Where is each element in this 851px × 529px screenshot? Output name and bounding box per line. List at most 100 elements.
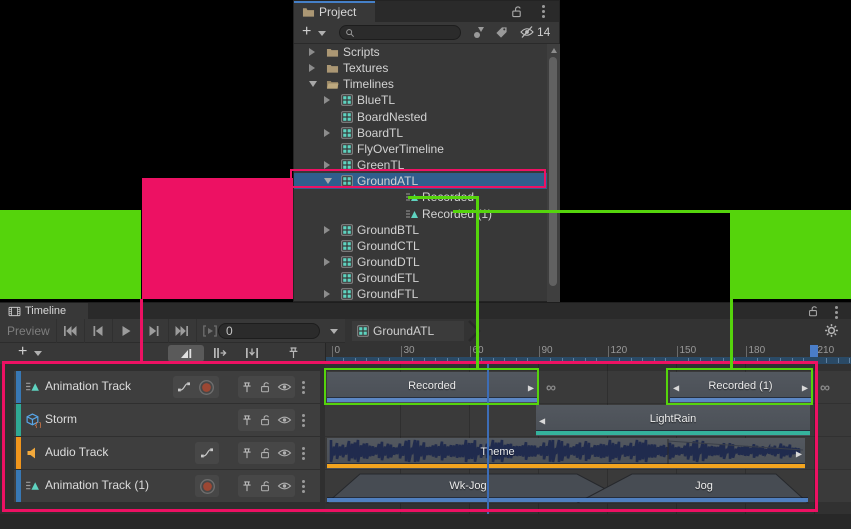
marker-pin-toggle[interactable] <box>287 346 300 360</box>
eye-toggle-button[interactable] <box>277 381 292 393</box>
track-header-storm[interactable]: {}Storm <box>14 404 320 436</box>
expand-arrow-icon[interactable] <box>324 161 330 169</box>
clip-edge-left-icon[interactable]: ◀ <box>539 416 545 425</box>
expand-arrow-icon[interactable] <box>324 129 330 137</box>
track-kebab-icon[interactable] <box>302 414 305 427</box>
current-time-field[interactable]: 0 <box>218 323 320 339</box>
clip-recorded[interactable]: Recorded ▶ <box>327 372 537 403</box>
scroll-up-icon[interactable] <box>551 48 557 53</box>
clip-theme[interactable]: Theme▶ <box>327 438 805 469</box>
add-track-dropdown-icon[interactable] <box>34 351 42 356</box>
preview-toggle-button[interactable]: Preview <box>7 324 50 338</box>
pin-toggle-button[interactable] <box>241 447 253 460</box>
clip-edge-right-icon[interactable]: ▶ <box>796 449 802 458</box>
tree-item-bluetl[interactable]: BlueTL <box>294 92 547 108</box>
previous-frame-button[interactable] <box>84 319 111 343</box>
tree-item-flyovertimeline[interactable]: FlyOverTimeline <box>294 141 547 157</box>
collapse-arrow-icon[interactable] <box>324 178 332 184</box>
tree-item-greentl[interactable]: GreenTL <box>294 157 547 173</box>
breadcrumb[interactable]: GroundATL <box>352 321 464 341</box>
timeline-lock-icon[interactable] <box>807 305 819 317</box>
tree-item-recorded-1-[interactable]: Recorded (1) <box>294 206 547 222</box>
time-ruler[interactable]: 0306090120150180210 <box>325 343 851 364</box>
expand-arrow-icon[interactable] <box>324 96 330 104</box>
expand-arrow-icon[interactable] <box>324 226 330 234</box>
clip-lightrain[interactable]: LightRain◀ <box>536 405 810 436</box>
tree-item-label: GroundBTL <box>357 223 419 237</box>
next-frame-button[interactable] <box>140 319 167 343</box>
time-unit-dropdown-icon[interactable] <box>330 329 338 334</box>
tree-item-groundftl[interactable]: GroundFTL <box>294 286 547 302</box>
replace-mode-button[interactable] <box>244 346 260 360</box>
track-kebab-icon[interactable] <box>302 480 305 493</box>
add-track-button[interactable]: + <box>18 343 27 361</box>
tree-item-scripts[interactable]: Scripts <box>294 44 547 60</box>
pin-toggle-button[interactable] <box>241 381 253 394</box>
clip-label-wkjog[interactable]: Wk-Jog <box>449 480 486 492</box>
clip-label-jog[interactable]: Jog <box>695 480 713 492</box>
search-by-type-button[interactable] <box>472 26 486 40</box>
clip-recorded-1-[interactable]: Recorded (1)◀▶ <box>670 372 811 403</box>
expand-arrow-icon[interactable] <box>324 290 330 298</box>
tree-item-groundctl[interactable]: GroundCTL <box>294 238 547 254</box>
goto-end-button[interactable] <box>168 319 195 343</box>
tree-item-grounddtl[interactable]: GroundDTL <box>294 254 547 270</box>
tab-timeline[interactable]: Timeline <box>0 303 88 319</box>
lock-toggle-button[interactable] <box>259 414 271 426</box>
record-toggle-button[interactable] <box>199 478 216 495</box>
eye-toggle-button[interactable] <box>277 414 292 426</box>
play-button[interactable] <box>112 319 139 343</box>
track-header-audio-track[interactable]: Audio Track <box>14 437 320 469</box>
curves-toggle-button[interactable] <box>177 380 191 394</box>
tree-item-groundetl[interactable]: GroundETL <box>294 270 547 286</box>
record-toggle-button[interactable] <box>198 379 215 396</box>
track-kebab-icon[interactable] <box>302 381 305 394</box>
clip-label: Recorded <box>408 380 456 392</box>
clip-edge-left-icon[interactable]: ◀ <box>673 383 679 392</box>
tree-item-groundbtl[interactable]: GroundBTL <box>294 222 547 238</box>
expand-arrow-icon[interactable] <box>324 258 330 266</box>
clip-edge-right-icon[interactable]: ▶ <box>528 383 534 392</box>
playhead-marker[interactable] <box>810 345 818 357</box>
search-by-label-button[interactable] <box>495 26 508 39</box>
ruler-minor-tick <box>631 358 632 363</box>
lock-toggle-button[interactable] <box>259 447 271 459</box>
lock-toggle-button[interactable] <box>259 480 271 492</box>
timeline-kebab-icon[interactable] <box>835 306 838 319</box>
eye-toggle-button[interactable] <box>277 447 292 459</box>
expand-arrow-icon[interactable] <box>309 48 315 56</box>
create-asset-button[interactable]: + <box>302 23 311 41</box>
tree-item-recorded[interactable]: Recorded <box>294 189 547 205</box>
tree-item-boardtl[interactable]: BoardTL <box>294 125 547 141</box>
tab-project[interactable]: Project <box>294 1 375 22</box>
search-input[interactable] <box>339 25 461 40</box>
folder-open-icon <box>326 78 339 90</box>
mix-mode-button[interactable] <box>168 345 204 362</box>
track-header-animation-track-1-[interactable]: Animation Track (1) <box>14 470 320 502</box>
clip-edge-right-icon[interactable]: ▶ <box>802 383 808 392</box>
ripple-mode-button[interactable] <box>212 346 228 360</box>
lock-icon[interactable] <box>510 5 523 18</box>
hidden-count-toggle[interactable]: 14 <box>519 25 550 39</box>
tree-item-textures[interactable]: Textures <box>294 60 547 76</box>
lock-toggle-button[interactable] <box>259 381 271 393</box>
eye-toggle-button[interactable] <box>277 480 292 492</box>
clip-type-stripe <box>327 398 537 402</box>
track-kebab-icon[interactable] <box>302 447 305 460</box>
pin-toggle-button[interactable] <box>241 480 253 493</box>
scrollbar-thumb[interactable] <box>549 57 557 286</box>
goto-start-button[interactable] <box>56 319 83 343</box>
tree-item-timelines[interactable]: Timelines <box>294 76 547 92</box>
tree-item-groundatl[interactable]: GroundATL <box>294 173 547 189</box>
animation-blend-clips[interactable] <box>325 472 851 504</box>
curves-toggle-button[interactable] <box>200 446 214 460</box>
kebab-menu-icon[interactable] <box>542 5 545 18</box>
track-header-animation-track[interactable]: Animation Track <box>14 371 320 403</box>
expand-arrow-icon[interactable] <box>309 64 315 72</box>
tree-item-boardnested[interactable]: BoardNested <box>294 109 547 125</box>
settings-gear-icon[interactable] <box>824 323 839 338</box>
pin-toggle-button[interactable] <box>241 414 253 427</box>
project-scrollbar[interactable] <box>547 44 560 303</box>
create-asset-dropdown-icon[interactable] <box>318 31 326 36</box>
collapse-arrow-icon[interactable] <box>309 81 317 87</box>
